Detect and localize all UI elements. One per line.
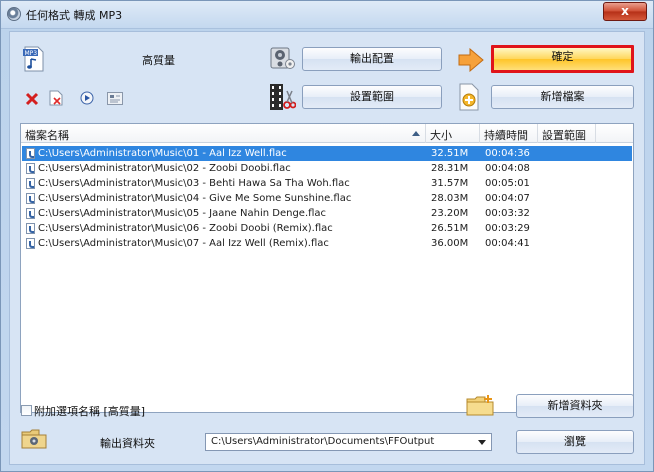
audio-file-icon [26,193,35,204]
column-header-duration[interactable]: 持續時間 [484,127,528,143]
file-size: 36.00M [431,238,469,249]
delete-icon[interactable] [25,92,39,106]
speaker-settings-icon [268,45,296,71]
add-file-button[interactable]: 新增檔案 [491,85,634,109]
file-name: C:\Users\Administrator\Music\04 - Give M… [38,193,352,204]
clear-list-icon[interactable] [49,90,63,106]
audio-file-icon [26,148,35,159]
mp3-icon-label: MP3 [25,50,38,57]
output-folder-icon [21,428,47,450]
file-name: C:\Users\Administrator\Music\07 - Aal Iz… [38,238,329,249]
dialog-body: MP3 高質量 輸出配置 確定 設置範圍 新增檔案 檔案名稱 大小 持續時間 設… [9,31,645,465]
arrow-right-icon [458,47,484,73]
audio-file-icon [26,238,35,249]
file-duration: 00:03:32 [485,208,530,219]
info-icon[interactable] [107,92,123,105]
file-list[interactable]: 檔案名稱 大小 持續時間 設置範圍 C:\Users\Administrator… [20,123,634,413]
file-duration: 00:04:36 [485,148,530,159]
app-icon [7,7,21,21]
column-header-size[interactable]: 大小 [430,127,452,143]
close-button[interactable]: x [603,2,647,21]
file-name: C:\Users\Administrator\Music\06 - Zoobi … [38,223,333,234]
file-row[interactable]: C:\Users\Administrator\Music\04 - Give M… [22,191,632,206]
window-title: 任何格式 轉成 MP3 [26,9,123,22]
file-name: C:\Users\Administrator\Music\01 - Aal Iz… [38,148,287,159]
file-duration: 00:03:29 [485,223,530,234]
file-size: 32.51M [431,148,469,159]
file-size: 28.03M [431,193,469,204]
file-size: 28.31M [431,163,469,174]
file-duration: 00:04:41 [485,238,530,249]
file-size: 26.51M [431,223,469,234]
file-size: 23.20M [431,208,469,219]
audio-file-icon [26,163,35,174]
file-row[interactable]: C:\Users\Administrator\Music\03 - Behti … [22,176,632,191]
output-folder-label: 輸出資料夾 [100,437,155,450]
file-name: C:\Users\Administrator\Music\03 - Behti … [38,178,350,189]
file-row[interactable]: C:\Users\Administrator\Music\07 - Aal Iz… [22,236,632,251]
chevron-down-icon[interactable] [478,440,486,445]
file-list-header: 檔案名稱 大小 持續時間 設置範圍 [21,124,633,143]
play-icon[interactable] [80,91,94,105]
mp3-file-icon: MP3 [23,46,45,72]
file-name: C:\Users\Administrator\Music\02 - Zoobi … [38,163,291,174]
audio-file-icon [26,223,35,234]
file-duration: 00:05:01 [485,178,530,189]
new-folder-icon [466,394,494,416]
browse-button[interactable]: 瀏覽 [516,430,634,454]
output-config-button[interactable]: 輸出配置 [302,47,442,71]
file-row[interactable]: C:\Users\Administrator\Music\01 - Aal Iz… [22,146,632,161]
audio-file-icon [26,208,35,219]
add-file-icon [458,83,480,111]
file-duration: 00:04:08 [485,163,530,174]
quality-label: 高質量 [142,54,175,67]
app-window: 任何格式 轉成 MP3 x MP3 高質量 輸出配置 確定 設置範圍 新增檔案 … [0,0,654,472]
file-duration: 00:04:07 [485,193,530,204]
file-row[interactable]: C:\Users\Administrator\Music\02 - Zoobi … [22,161,632,176]
set-range-button[interactable]: 設置範圍 [302,85,442,109]
column-header-name[interactable]: 檔案名稱 [25,127,69,143]
new-folder-button[interactable]: 新增資料夾 [516,394,634,418]
output-folder-value: C:\Users\Administrator\Documents\FFOutpu… [211,436,435,447]
film-scissors-icon [268,83,297,111]
output-folder-select[interactable]: C:\Users\Administrator\Documents\FFOutpu… [205,433,492,451]
audio-file-icon [26,178,35,189]
file-row[interactable]: C:\Users\Administrator\Music\06 - Zoobi … [22,221,632,236]
sort-ascending-icon [412,131,420,136]
append-option-checkbox[interactable] [21,405,32,416]
file-row[interactable]: C:\Users\Administrator\Music\05 - Jaane … [22,206,632,221]
file-size: 31.57M [431,178,469,189]
ok-button[interactable]: 確定 [491,45,634,73]
file-name: C:\Users\Administrator\Music\05 - Jaane … [38,208,327,219]
title-bar: 任何格式 轉成 MP3 x [1,1,653,29]
append-option-label[interactable]: 附加選項名稱 [高質量] [34,403,145,419]
column-header-range[interactable]: 設置範圍 [542,127,586,143]
